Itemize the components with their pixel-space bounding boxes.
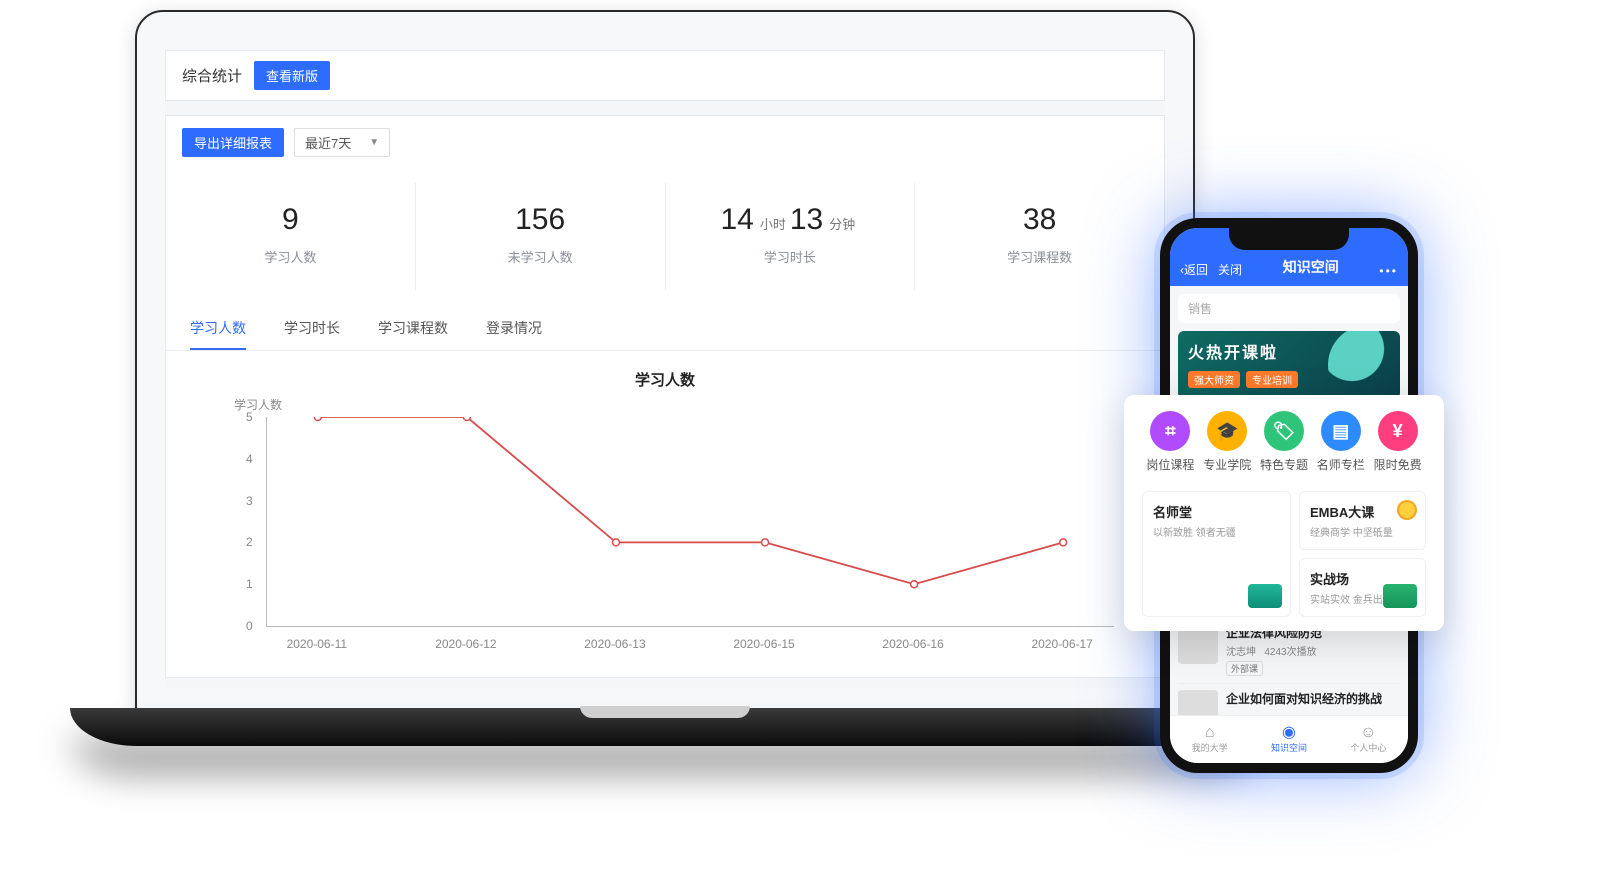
date-range-value: 最近7天: [305, 133, 351, 152]
tabbar-profile[interactable]: ☺ 个人中心: [1350, 725, 1386, 754]
home-icon: ⌂: [1192, 725, 1228, 741]
category-grid: ⌗ 岗位课程 🎓 专业学院 🏷 特色专题 ▤ 名师专栏 ¥ 限时免费: [1142, 411, 1426, 473]
laptop-frame: 综合统计 查看新版 导出详细报表 最近7天 ▼ 9 学习人数 156: [135, 10, 1195, 710]
banner-title: 火热开课啦: [1188, 339, 1390, 363]
stat-duration: 14小时13分钟 学习时长: [666, 183, 916, 290]
course-item[interactable]: 企业如何面对知识经济的挑战: [1178, 683, 1400, 715]
category-label: 专业学院: [1203, 456, 1251, 473]
stat-value: 9: [176, 203, 405, 237]
user-icon: ☺: [1350, 725, 1386, 741]
category-item[interactable]: 🎓 专业学院: [1203, 411, 1251, 473]
page-title: 综合统计: [182, 65, 242, 86]
stat-label: 未学习人数: [426, 247, 655, 266]
chart-tabs: 学习人数 学习时长 学习课程数 登录情况: [166, 304, 1164, 351]
course-tag: 外部课: [1226, 661, 1263, 676]
chart-area: 学习人数 学习人数 0 1 2 3 4 5 2020-06-11 2020-06-12 2020…: [166, 351, 1164, 677]
category-item[interactable]: ▤ 名师专栏: [1317, 411, 1365, 473]
category-label: 特色专题: [1260, 456, 1308, 473]
tile-subtitle: 经典商学 中坚砥量: [1310, 524, 1415, 539]
search-placeholder: 销售: [1188, 302, 1212, 316]
line-chart: 0123452020-06-112020-06-122020-06-132020…: [206, 417, 1124, 657]
chart-line-icon: [267, 417, 1114, 626]
stat-learners: 9 学习人数: [166, 183, 416, 290]
y-tick-label: 3: [246, 494, 253, 508]
course-meta: 沈志坤 4243次播放: [1226, 643, 1322, 658]
y-tick-label: 4: [246, 452, 253, 466]
laptop-base: [70, 708, 1260, 746]
medal-icon: [1397, 500, 1417, 520]
tab-learners[interactable]: 学习人数: [190, 318, 246, 350]
tab-duration[interactable]: 学习时长: [284, 318, 340, 350]
y-tick-label: 0: [246, 619, 253, 633]
category-label: 名师专栏: [1317, 456, 1365, 473]
avatar: [1178, 690, 1218, 715]
course-title: 企业如何面对知识经济的挑战: [1226, 690, 1382, 707]
compass-icon: ◉: [1271, 725, 1307, 741]
stat-value: 156: [426, 203, 655, 237]
nav-back-button[interactable]: ‹返回: [1180, 261, 1208, 278]
category-label: 岗位课程: [1146, 456, 1194, 473]
search-input[interactable]: 销售: [1178, 294, 1400, 323]
x-tick-label: 2020-06-16: [882, 637, 943, 651]
export-report-button[interactable]: 导出详细报表: [182, 128, 284, 157]
banner-pill: 强大师资: [1188, 371, 1240, 388]
floating-grid-card: ⌗岗位课程🎓专业学院🏷特色专题▤名师专栏¥限时免费 名师堂 以新致胜 领者无疆 …: [1124, 395, 1444, 631]
stat-label: 学习课程数: [925, 247, 1154, 266]
category-item[interactable]: 🏷 特色专题: [1260, 411, 1308, 473]
stats-row: 9 学习人数 156 未学习人数 14小时13分钟 学习时长 38 学习课程数: [166, 183, 1164, 290]
phone-notch: [1229, 228, 1349, 250]
laptop-hinge-notch: [580, 706, 750, 718]
x-tick-label: 2020-06-15: [733, 637, 794, 651]
nav-close-button[interactable]: 关闭: [1218, 261, 1242, 278]
tab-logins[interactable]: 登录情况: [486, 318, 542, 350]
x-tick-label: 2020-06-17: [1031, 637, 1092, 651]
category-item[interactable]: ⌗ 岗位课程: [1146, 411, 1194, 473]
y-tick-label: 1: [246, 577, 253, 591]
tile-thumb-icon: [1248, 584, 1282, 608]
y-tick-label: 2: [246, 535, 253, 549]
main-card: 导出详细报表 最近7天 ▼ 9 学习人数 156 未学习人数: [165, 115, 1165, 678]
stat-non-learners: 156 未学习人数: [416, 183, 666, 290]
more-icon[interactable]: •••: [1379, 264, 1398, 278]
tile-thumb-icon: [1383, 584, 1417, 608]
tile-emba[interactable]: EMBA大课 经典商学 中坚砥量: [1299, 491, 1426, 550]
nav-title: 知识空间: [1252, 257, 1369, 278]
category-icon: ¥: [1378, 411, 1418, 451]
tab-courses[interactable]: 学习课程数: [378, 318, 448, 350]
tile-subtitle: 以新致胜 领者无疆: [1153, 524, 1280, 539]
phone-tabbar: ⌂ 我的大学 ◉ 知识空间 ☺ 个人中心: [1170, 715, 1408, 763]
plot-area: [266, 417, 1114, 627]
banner-pill: 专业培训: [1246, 371, 1298, 388]
date-range-select[interactable]: 最近7天 ▼: [294, 128, 390, 157]
y-tick-label: 5: [246, 410, 253, 424]
promo-banner[interactable]: 火热开课啦 强大师资 专业培训: [1178, 331, 1400, 399]
tile-mingshitang[interactable]: 名师堂 以新致胜 领者无疆: [1142, 491, 1291, 617]
chevron-down-icon: ▼: [369, 137, 379, 148]
stat-label: 学习时长: [676, 247, 905, 266]
category-icon: 🏷: [1264, 411, 1304, 451]
stat-value: 38: [925, 203, 1154, 237]
tabbar-home[interactable]: ⌂ 我的大学: [1192, 725, 1228, 754]
toolbar: 导出详细报表 最近7天 ▼: [166, 116, 1164, 169]
admin-page: 综合统计 查看新版 导出详细报表 最近7天 ▼ 9 学习人数 156: [165, 50, 1165, 688]
tile-title: 名师堂: [1153, 502, 1280, 521]
chart-ylabel: 学习人数: [234, 396, 1124, 413]
x-tick-label: 2020-06-12: [435, 637, 496, 651]
stat-label: 学习人数: [176, 247, 405, 266]
category-label: 限时免费: [1374, 456, 1422, 473]
stat-courses: 38 学习课程数: [915, 183, 1164, 290]
category-icon: ⌗: [1150, 411, 1190, 451]
tabbar-knowledge[interactable]: ◉ 知识空间: [1271, 725, 1307, 754]
stat-value: 14小时13分钟: [676, 203, 905, 237]
x-tick-label: 2020-06-13: [584, 637, 645, 651]
tile-shizhanchang[interactable]: 实战场 实站实效 金兵出鞘: [1299, 558, 1426, 617]
category-icon: 🎓: [1207, 411, 1247, 451]
x-tick-label: 2020-06-11: [287, 637, 348, 651]
view-new-version-button[interactable]: 查看新版: [254, 61, 330, 90]
category-item[interactable]: ¥ 限时免费: [1374, 411, 1422, 473]
chart-title: 学习人数: [206, 369, 1124, 390]
page-header: 综合统计 查看新版: [165, 50, 1165, 101]
category-icon: ▤: [1321, 411, 1361, 451]
